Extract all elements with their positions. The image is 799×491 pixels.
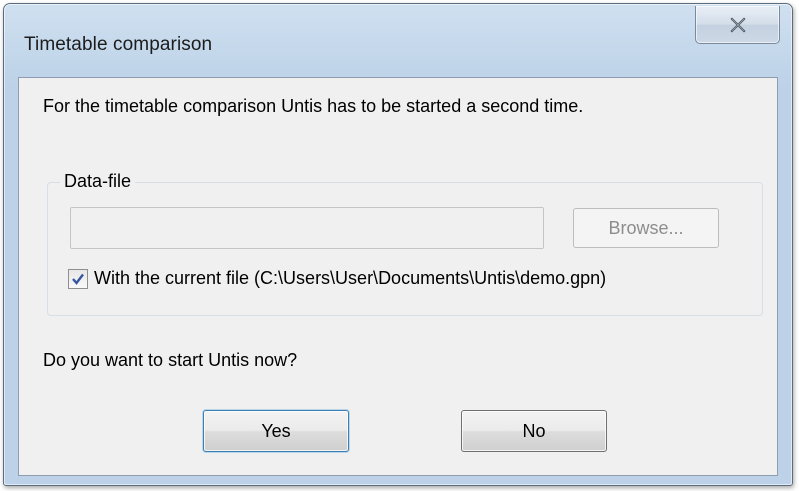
no-button[interactable]: No	[461, 410, 607, 452]
data-file-group-label: Data-file	[60, 171, 136, 192]
data-file-input[interactable]	[70, 207, 544, 249]
checkmark-icon	[72, 273, 84, 285]
dialog-window: Timetable comparison For the timetable c…	[3, 3, 793, 486]
current-file-checkbox[interactable]	[68, 268, 88, 289]
dialog-body: For the timetable comparison Untis has t…	[18, 77, 778, 476]
data-file-group: Data-file Browse... With the current fil…	[47, 171, 763, 316]
intro-text: For the timetable comparison Untis has t…	[43, 96, 584, 116]
browse-button[interactable]: Browse...	[573, 208, 719, 248]
close-button[interactable]	[695, 6, 780, 44]
yes-button[interactable]: Yes	[203, 410, 349, 452]
close-icon	[729, 16, 746, 33]
current-file-label: With the current file (C:\Users\User\Doc…	[94, 268, 607, 288]
window-title: Timetable comparison	[24, 34, 213, 55]
title-bar[interactable]: Timetable comparison	[4, 4, 792, 76]
question-text: Do you want to start Untis now?	[43, 350, 298, 370]
current-file-option[interactable]: With the current file (C:\Users\User\Doc…	[68, 268, 606, 289]
